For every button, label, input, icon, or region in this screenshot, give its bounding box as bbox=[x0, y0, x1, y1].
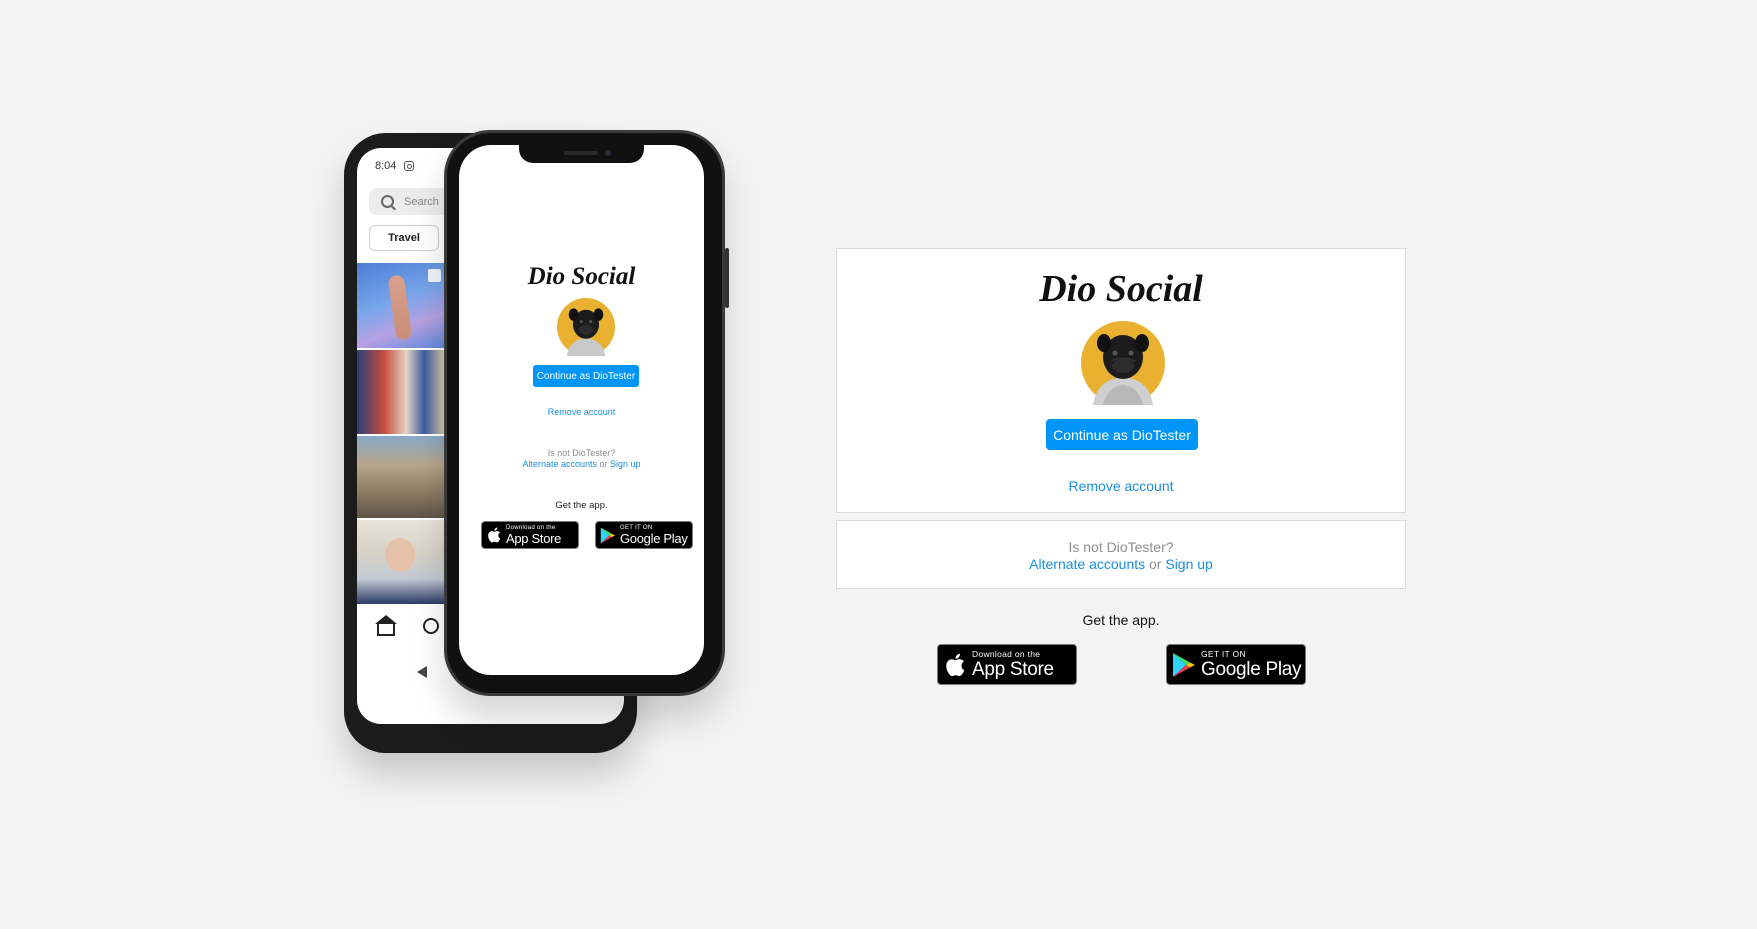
switch-account-panel: Is not DioTester? Alternate accounts or … bbox=[836, 520, 1406, 589]
phone-side-button bbox=[725, 248, 729, 308]
status-bar: 8:04 bbox=[375, 160, 415, 172]
explore-chip-travel: Travel bbox=[369, 225, 439, 251]
mockup-or-text: or bbox=[599, 459, 608, 469]
not-user-text: Is not DioTester? bbox=[1068, 539, 1174, 555]
or-text: or bbox=[1149, 556, 1162, 572]
phone-notch bbox=[519, 145, 644, 163]
get-app-label: Get the app. bbox=[1082, 612, 1160, 628]
mockup-appstore-badge: Download on the App Store bbox=[481, 521, 579, 549]
instagram-icon bbox=[404, 161, 415, 171]
front-camera bbox=[605, 150, 611, 156]
explore-photo-group bbox=[357, 350, 447, 434]
phone-front: Dio Social Continue as DioTester Remove … bbox=[444, 130, 729, 696]
mockup-store-badges: Download on the App Store GET IT ON Goog… bbox=[481, 521, 693, 551]
home-icon bbox=[375, 614, 397, 636]
mockup-appstore-big: App Store bbox=[506, 531, 562, 546]
googleplay-small-text: GET IT ON bbox=[1201, 649, 1246, 660]
apple-icon bbox=[488, 527, 501, 543]
explore-photo-woman bbox=[357, 520, 447, 604]
speaker-grill bbox=[564, 151, 598, 155]
alternate-accounts-link[interactable]: Alternate accounts bbox=[1029, 556, 1145, 572]
mockup-get-app-label: Get the app. bbox=[555, 500, 608, 511]
mockup-switch-links: Alternate accounts or Sign up bbox=[459, 459, 704, 470]
googleplay-badge[interactable]: GET IT ON Google Play bbox=[1166, 644, 1306, 685]
mockup-continue-button: Continue as DioTester bbox=[533, 365, 639, 387]
search-icon bbox=[423, 618, 439, 634]
google-play-icon bbox=[1173, 652, 1195, 677]
mockup-switch-account: Is not DioTester? Alternate accounts or … bbox=[459, 448, 704, 470]
profile-avatar bbox=[1081, 321, 1165, 405]
back-triangle-icon bbox=[417, 666, 427, 678]
googleplay-big-text: Google Play bbox=[1201, 658, 1302, 680]
status-time: 8:04 bbox=[375, 160, 397, 172]
appstore-badge[interactable]: Download on the App Store bbox=[937, 644, 1077, 685]
mockup-avatar bbox=[557, 298, 615, 356]
continue-as-button[interactable]: Continue as DioTester bbox=[1046, 419, 1198, 450]
phone-front-screen: Dio Social Continue as DioTester Remove … bbox=[459, 145, 704, 675]
switch-account-links: Alternate accounts or Sign up bbox=[837, 556, 1405, 573]
mockup-not-user-text: Is not DioTester? bbox=[547, 448, 616, 458]
explore-photo-arch bbox=[357, 436, 447, 518]
apple-icon bbox=[946, 653, 965, 676]
mockup-logo: Dio Social bbox=[527, 263, 636, 290]
explore-photo-hand bbox=[357, 263, 447, 348]
remove-account-link[interactable]: Remove account bbox=[837, 478, 1405, 494]
appstore-small-text: Download on the bbox=[972, 649, 1041, 660]
search-icon bbox=[381, 195, 394, 208]
google-play-icon bbox=[600, 527, 616, 543]
explore-search-placeholder: Search bbox=[404, 195, 439, 208]
mockup-alternate-accounts-link: Alternate accounts bbox=[522, 459, 597, 469]
mockup-signup-link: Sign up bbox=[610, 459, 641, 469]
account-panel: Dio Social Continue as DioTester Remove … bbox=[836, 248, 1406, 513]
brand-logo: Dio Social bbox=[1039, 268, 1203, 310]
mockup-remove-account: Remove account bbox=[547, 407, 616, 417]
appstore-big-text: App Store bbox=[972, 658, 1054, 680]
signup-link[interactable]: Sign up bbox=[1165, 556, 1212, 572]
mockup-googleplay-badge: GET IT ON Google Play bbox=[595, 521, 693, 549]
mockup-googleplay-big: Google Play bbox=[620, 531, 688, 546]
phones-mockup: 8:04 Search Travel Dio Social Continue a… bbox=[340, 130, 770, 810]
